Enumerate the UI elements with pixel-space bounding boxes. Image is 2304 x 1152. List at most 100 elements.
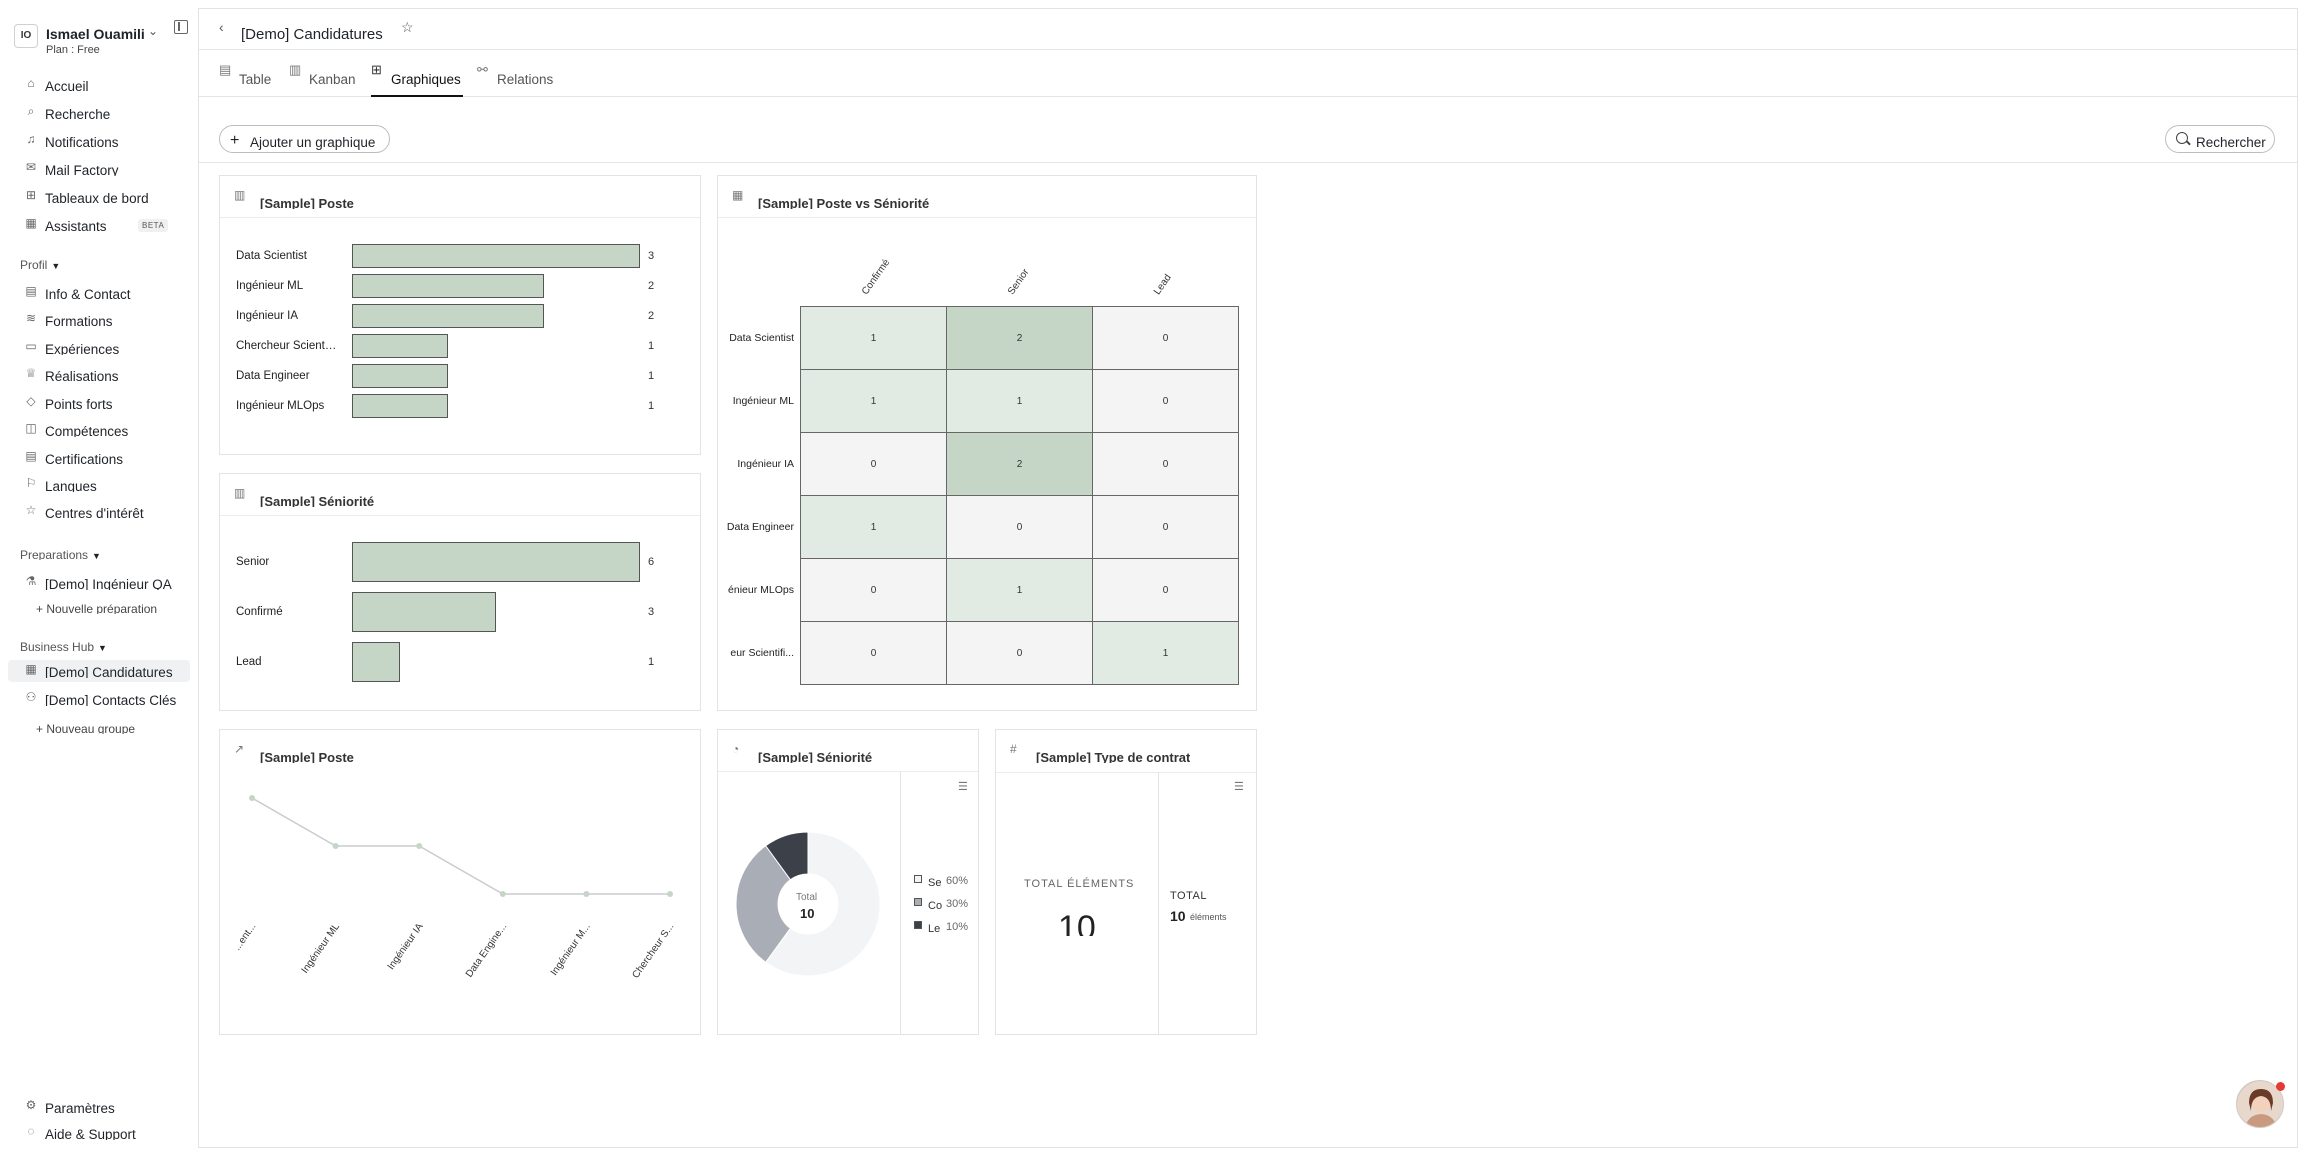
calendar-icon: ▦ (25, 216, 37, 230)
new-preparation-link[interactable]: + Nouvelle préparation (36, 602, 157, 614)
heatmap-cell[interactable]: 1 (800, 306, 947, 370)
bar-row: Lead 1 (220, 642, 700, 682)
tab-graphiques[interactable]: ⊞ Graphiques (371, 50, 463, 97)
bar-value: 2 (648, 280, 655, 292)
heatmap-cell[interactable]: 1 (800, 495, 947, 559)
sidebar-item-label: Accueil (45, 79, 89, 92)
tab-table[interactable]: ▤ Table (219, 50, 277, 97)
heatmap-cell[interactable]: 1 (800, 369, 947, 433)
bar[interactable] (352, 642, 400, 682)
kpi-value: 10 (1170, 908, 1186, 924)
tab-label: Table (239, 72, 272, 87)
line-point[interactable] (416, 843, 423, 849)
line-series (251, 797, 670, 895)
sidebar-item-label: Notifications (45, 135, 119, 148)
heatmap-cell[interactable]: 0 (946, 621, 1093, 685)
donut-chart (735, 831, 881, 977)
section-preparations[interactable]: Preparations ▼ (20, 548, 101, 560)
heatmap-cell[interactable]: 0 (1092, 369, 1239, 433)
section-business-hub[interactable]: Business Hub ▼ (20, 640, 107, 652)
sidebar-item-label: Formations (45, 314, 113, 327)
tab-relations[interactable]: ⚯ Relations (477, 50, 559, 97)
bar-row: Ingénieur MLOps 1 (220, 394, 700, 418)
beta-badge: BETA (138, 219, 169, 232)
bar[interactable] (352, 334, 448, 358)
heatmap-cell[interactable]: 0 (800, 621, 947, 685)
bar-value: 6 (648, 556, 655, 568)
heatmap-cell[interactable]: 0 (1092, 495, 1239, 559)
home-icon: ⌂ (27, 76, 35, 90)
heatmap-cell[interactable]: 1 (1092, 621, 1239, 685)
line-point[interactable] (583, 891, 590, 897)
tab-kanban[interactable]: ▥ Kanban (289, 50, 361, 97)
heatmap-cell[interactable]: 1 (946, 558, 1093, 622)
legend-label: Co (928, 900, 942, 911)
bar-label: Data Engineer (236, 370, 310, 382)
bar-row: Confirmé 3 (220, 592, 700, 632)
heatmap-cell[interactable]: 2 (946, 306, 1093, 370)
line-point[interactable] (499, 891, 506, 897)
back-icon[interactable]: ‹ (219, 19, 224, 35)
new-group-link[interactable]: + Nouveau groupe (36, 722, 135, 734)
bar[interactable] (352, 542, 640, 582)
legend-swatch (914, 898, 922, 906)
heatmap-cell[interactable]: 0 (946, 495, 1093, 559)
section-profil[interactable]: Profil ▼ (20, 258, 60, 270)
legend-label: Le (928, 923, 941, 934)
line-point[interactable] (249, 795, 255, 801)
x-tick-label: Chercheur S... (630, 921, 676, 980)
heatmap-cell[interactable]: 2 (946, 432, 1093, 496)
kpi-label: TOTAL (1170, 890, 1207, 902)
chart-card-poste-line[interactable]: ↗ [Sample] Poste ...ent... Ingénieur ML In… (219, 729, 701, 1035)
chart-card-seniorite-bar[interactable]: ▥ [Sample] Séniorité Senior 6 Confirmé 3 Lea… (219, 473, 701, 711)
collapse-sidebar-icon[interactable] (174, 20, 188, 34)
sidebar-item-label: Assistants (45, 219, 107, 232)
bar[interactable] (352, 274, 544, 298)
bar-row: Data Scientist 3 (220, 244, 700, 268)
heatmap-cell[interactable]: 1 (946, 369, 1093, 433)
legend-list-icon[interactable]: ☰ (1234, 780, 1244, 793)
bar-chart-icon: ▥ (234, 486, 246, 500)
line-point[interactable] (667, 891, 673, 897)
sidebar-item-label: Centres d'intérêt (45, 506, 144, 519)
trophy-icon: ♕ (25, 366, 37, 380)
chart-card-contract-kpi[interactable]: # [Sample] Type de contrat ☰ TOTAL ÉLÉME… (995, 729, 1257, 1035)
page-title: [Demo] Candidatures (241, 26, 383, 43)
search-button[interactable]: Rechercher (2165, 125, 2275, 153)
avatar: IO (14, 24, 38, 48)
sidebar-item-candidatures[interactable]: ▦ [Demo] Candidatures (8, 660, 190, 682)
x-tick-label: Ingénieur ML (300, 921, 343, 975)
section-title: Profil (20, 258, 48, 270)
heatmap-row-label: Ingénieur IA (737, 457, 794, 470)
line-point[interactable] (332, 843, 339, 849)
bar[interactable] (352, 364, 448, 388)
bar[interactable] (352, 394, 448, 418)
legend-list-icon[interactable]: ☰ (958, 780, 968, 793)
bar[interactable] (352, 304, 544, 328)
chevron-down-icon[interactable]: ⌄ (148, 24, 158, 38)
favorite-star-icon[interactable]: ☆ (401, 19, 414, 36)
search-icon: ⌕ (27, 104, 35, 118)
heatmap-cell[interactable]: 0 (1092, 432, 1239, 496)
chart-card-seniorite-pie[interactable]: ◔ [Sample] Séniorité ☰ Total 10 Se 60% Co 3… (717, 729, 979, 1035)
id-card-icon: ▤ (25, 284, 37, 298)
table-icon: ▤ (219, 62, 232, 77)
heatmap-cell[interactable]: 0 (800, 558, 947, 622)
chart-card-poste-bar[interactable]: ▥ [Sample] Poste Data Scientist 3 Ingénieu… (219, 175, 701, 455)
bar[interactable] (352, 244, 640, 268)
button-label: Ajouter un graphique (250, 135, 376, 150)
add-chart-button[interactable]: + Ajouter un graphique (219, 125, 391, 153)
bar[interactable] (352, 592, 496, 632)
sidebar-item-label: Tableaux de bord (45, 191, 149, 204)
bar-value: 1 (648, 370, 655, 382)
heatmap-cell[interactable]: 0 (800, 432, 947, 496)
card-header: ▥ [Sample] Séniorité (220, 474, 700, 516)
heatmap-cell[interactable]: 0 (1092, 306, 1239, 370)
heatmap-cell[interactable]: 0 (1092, 558, 1239, 622)
chart-card-heatmap[interactable]: ▦ [Sample] Poste vs Séniorité Confirmé Se… (717, 175, 1257, 711)
certificate-icon: ▤ (25, 449, 37, 463)
bar-row: Ingénieur IA 2 (220, 304, 700, 328)
gem-icon: ◇ (26, 394, 36, 408)
users-icon: ⚇ (25, 690, 37, 704)
grid-icon: ▦ (732, 188, 744, 202)
